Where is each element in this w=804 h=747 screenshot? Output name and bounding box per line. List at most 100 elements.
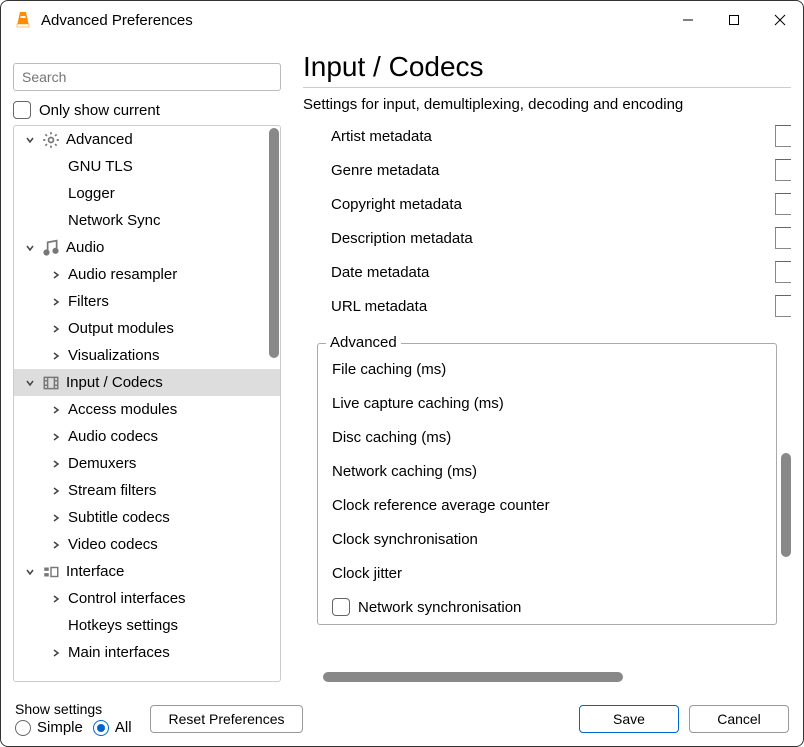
tree-item-label: Output modules xyxy=(68,320,174,337)
tree-item-advanced[interactable]: Advanced xyxy=(14,126,280,153)
interface-icon xyxy=(42,563,60,581)
tree-item-video-codecs[interactable]: Video codecs xyxy=(14,531,280,558)
setting-input[interactable] xyxy=(775,261,791,283)
window-title: Advanced Preferences xyxy=(41,12,193,29)
settings-panel: Input / Codecs Settings for input, demul… xyxy=(281,39,791,682)
tree-item-network-sync[interactable]: Network Sync xyxy=(14,207,280,234)
radio-simple[interactable] xyxy=(15,720,31,736)
setting-label: Description metadata xyxy=(331,230,473,247)
chevron-right-icon xyxy=(48,645,64,661)
chevron-right-icon xyxy=(48,348,64,364)
vlc-app-icon xyxy=(13,10,33,30)
tree-item-label: Input / Codecs xyxy=(66,374,163,391)
tree-item-output-modules[interactable]: Output modules xyxy=(14,315,280,342)
reset-preferences-button[interactable]: Reset Preferences xyxy=(150,705,304,733)
setting-copyright-metadata: Copyright metadata xyxy=(303,187,791,221)
footer: Show settings Simple All Reset Preferenc… xyxy=(1,682,803,746)
section-title: Advanced xyxy=(326,334,401,351)
chevron-right-icon xyxy=(48,267,64,283)
tree-item-audio-resampler[interactable]: Audio resampler xyxy=(14,261,280,288)
setting-label: Disc caching (ms) xyxy=(332,429,451,446)
tree-item-demuxers[interactable]: Demuxers xyxy=(14,450,280,477)
setting-label: Genre metadata xyxy=(331,162,439,179)
tree-item-label: Network Sync xyxy=(68,212,161,229)
radio-all[interactable] xyxy=(93,720,109,736)
only-show-current-label: Only show current xyxy=(39,102,160,119)
tree-item-subtitle-codecs[interactable]: Subtitle codecs xyxy=(14,504,280,531)
radio-all-label: All xyxy=(115,719,132,736)
tree-item-label: Interface xyxy=(66,563,124,580)
chevron-right-icon xyxy=(48,294,64,310)
tree-item-control-interfaces[interactable]: Control interfaces xyxy=(14,585,280,612)
search-input[interactable] xyxy=(13,63,281,91)
setting-label: Clock jitter xyxy=(332,565,402,582)
chevron-down-icon xyxy=(22,132,38,148)
chevron-right-icon xyxy=(48,510,64,526)
chevron-right-icon xyxy=(48,537,64,553)
setting-clock-reference-average-counter: Clock reference average counter xyxy=(318,488,776,522)
tree-item-label: Stream filters xyxy=(68,482,156,499)
save-button[interactable]: Save xyxy=(579,705,679,733)
tree-item-filters[interactable]: Filters xyxy=(14,288,280,315)
settings-scrollbar[interactable] xyxy=(781,453,791,557)
setting-network-caching-ms-: Network caching (ms) xyxy=(318,454,776,488)
tree-item-hotkeys-settings[interactable]: Hotkeys settings xyxy=(14,612,280,639)
tree-scrollbar[interactable] xyxy=(268,126,280,681)
tree-item-visualizations[interactable]: Visualizations xyxy=(14,342,280,369)
settings-hscrollbar[interactable] xyxy=(323,672,623,682)
tree-item-input-codecs[interactable]: Input / Codecs xyxy=(14,369,280,396)
chevron-right-icon xyxy=(48,591,64,607)
checkbox-icon xyxy=(332,598,350,616)
setting-file-caching-ms-: File caching (ms) xyxy=(318,352,776,386)
chevron-down-icon xyxy=(22,564,38,580)
tree-item-audio[interactable]: Audio xyxy=(14,234,280,261)
sidebar: Only show current Advanced GNU TLSLogger N… xyxy=(13,39,281,682)
tree-item-interface[interactable]: Interface xyxy=(14,558,280,585)
setting-label: Date metadata xyxy=(331,264,429,281)
setting-input[interactable] xyxy=(775,125,791,147)
setting-genre-metadata: Genre metadata xyxy=(303,153,791,187)
tree-item-logger[interactable]: Logger xyxy=(14,180,280,207)
tree-item-gnu-tls[interactable]: GNU TLS xyxy=(14,153,280,180)
network-synchronisation-checkbox[interactable]: Network synchronisation xyxy=(318,590,776,624)
close-button[interactable] xyxy=(757,1,803,39)
setting-input[interactable] xyxy=(775,295,791,317)
setting-label: Clock reference average counter xyxy=(332,497,550,514)
chevron-right-icon xyxy=(48,483,64,499)
setting-clock-jitter: Clock jitter xyxy=(318,556,776,590)
titlebar: Advanced Preferences xyxy=(1,1,803,39)
tree-item-label: Main interfaces xyxy=(68,644,170,661)
tree-item-stream-filters[interactable]: Stream filters xyxy=(14,477,280,504)
cancel-button[interactable]: Cancel xyxy=(689,705,789,733)
divider xyxy=(303,87,791,88)
tree-item-label: Audio codecs xyxy=(68,428,158,445)
chevron-right-icon xyxy=(48,429,64,445)
gear-icon xyxy=(42,131,60,149)
preferences-tree[interactable]: AdvancedGNU TLSLoggerNetwork SyncAudioAu… xyxy=(14,126,280,681)
setting-input[interactable] xyxy=(775,193,791,215)
setting-label: Copyright metadata xyxy=(331,196,462,213)
tree-item-label: Access modules xyxy=(68,401,177,418)
maximize-button[interactable] xyxy=(711,1,757,39)
setting-artist-metadata: Artist metadata xyxy=(303,119,791,153)
tree-item-label: Subtitle codecs xyxy=(68,509,170,526)
checkbox-label: Network synchronisation xyxy=(358,599,521,616)
setting-disc-caching-ms-: Disc caching (ms) xyxy=(318,420,776,454)
tree-item-access-modules[interactable]: Access modules xyxy=(14,396,280,423)
tree-item-label: Advanced xyxy=(66,131,133,148)
codec-icon xyxy=(42,374,60,392)
minimize-button[interactable] xyxy=(665,1,711,39)
tree-item-audio-codecs[interactable]: Audio codecs xyxy=(14,423,280,450)
setting-label: Live capture caching (ms) xyxy=(332,395,504,412)
setting-live-capture-caching-ms-: Live capture caching (ms) xyxy=(318,386,776,420)
advanced-section: AdvancedFile caching (ms)Live capture ca… xyxy=(317,343,777,625)
chevron-down-icon xyxy=(22,240,38,256)
tree-item-label: Control interfaces xyxy=(68,590,186,607)
tree-item-main-interfaces[interactable]: Main interfaces xyxy=(14,639,280,666)
page-title: Input / Codecs xyxy=(303,51,791,83)
only-show-current-checkbox[interactable]: Only show current xyxy=(13,101,281,119)
setting-label: URL metadata xyxy=(331,298,427,315)
tree-item-label: Demuxers xyxy=(68,455,136,472)
setting-input[interactable] xyxy=(775,227,791,249)
setting-input[interactable] xyxy=(775,159,791,181)
